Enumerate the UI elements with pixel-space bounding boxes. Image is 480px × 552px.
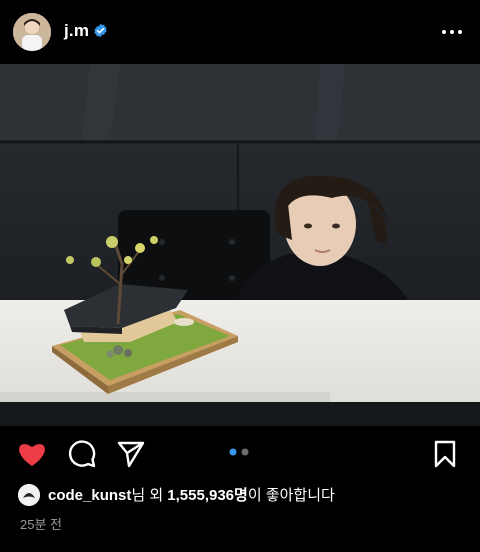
likes-summary: code_kunst님 외 1,555,936명이 좋아합니다	[18, 484, 458, 508]
liker-avatar-image	[18, 484, 40, 507]
bookmark-icon[interactable]	[433, 439, 457, 469]
likes-suffix: 이 좋아합니다	[247, 487, 335, 504]
post-photo[interactable]	[0, 64, 480, 426]
avatar[interactable]	[13, 13, 51, 51]
verified-badge-icon	[94, 23, 107, 38]
post-image	[0, 64, 480, 426]
liker-avatar[interactable]	[18, 484, 40, 507]
liker-username[interactable]: code_kunst	[48, 487, 131, 504]
send-icon[interactable]	[116, 440, 146, 468]
post-header: j.m	[0, 0, 480, 64]
likes-count[interactable]: 1,555,936명	[167, 487, 248, 504]
likes-text: 님 외	[131, 487, 168, 504]
carousel-indicator	[229, 448, 249, 456]
avatar-image	[13, 13, 51, 51]
comment-icon[interactable]	[67, 439, 97, 469]
heart-filled-icon[interactable]	[17, 440, 47, 467]
carousel-dot-active	[229, 448, 237, 456]
carousel-dot	[241, 448, 249, 456]
post-timestamp: 25분 전	[20, 517, 62, 532]
more-horizontal-icon[interactable]	[440, 22, 464, 42]
username[interactable]: j.m	[64, 21, 89, 41]
